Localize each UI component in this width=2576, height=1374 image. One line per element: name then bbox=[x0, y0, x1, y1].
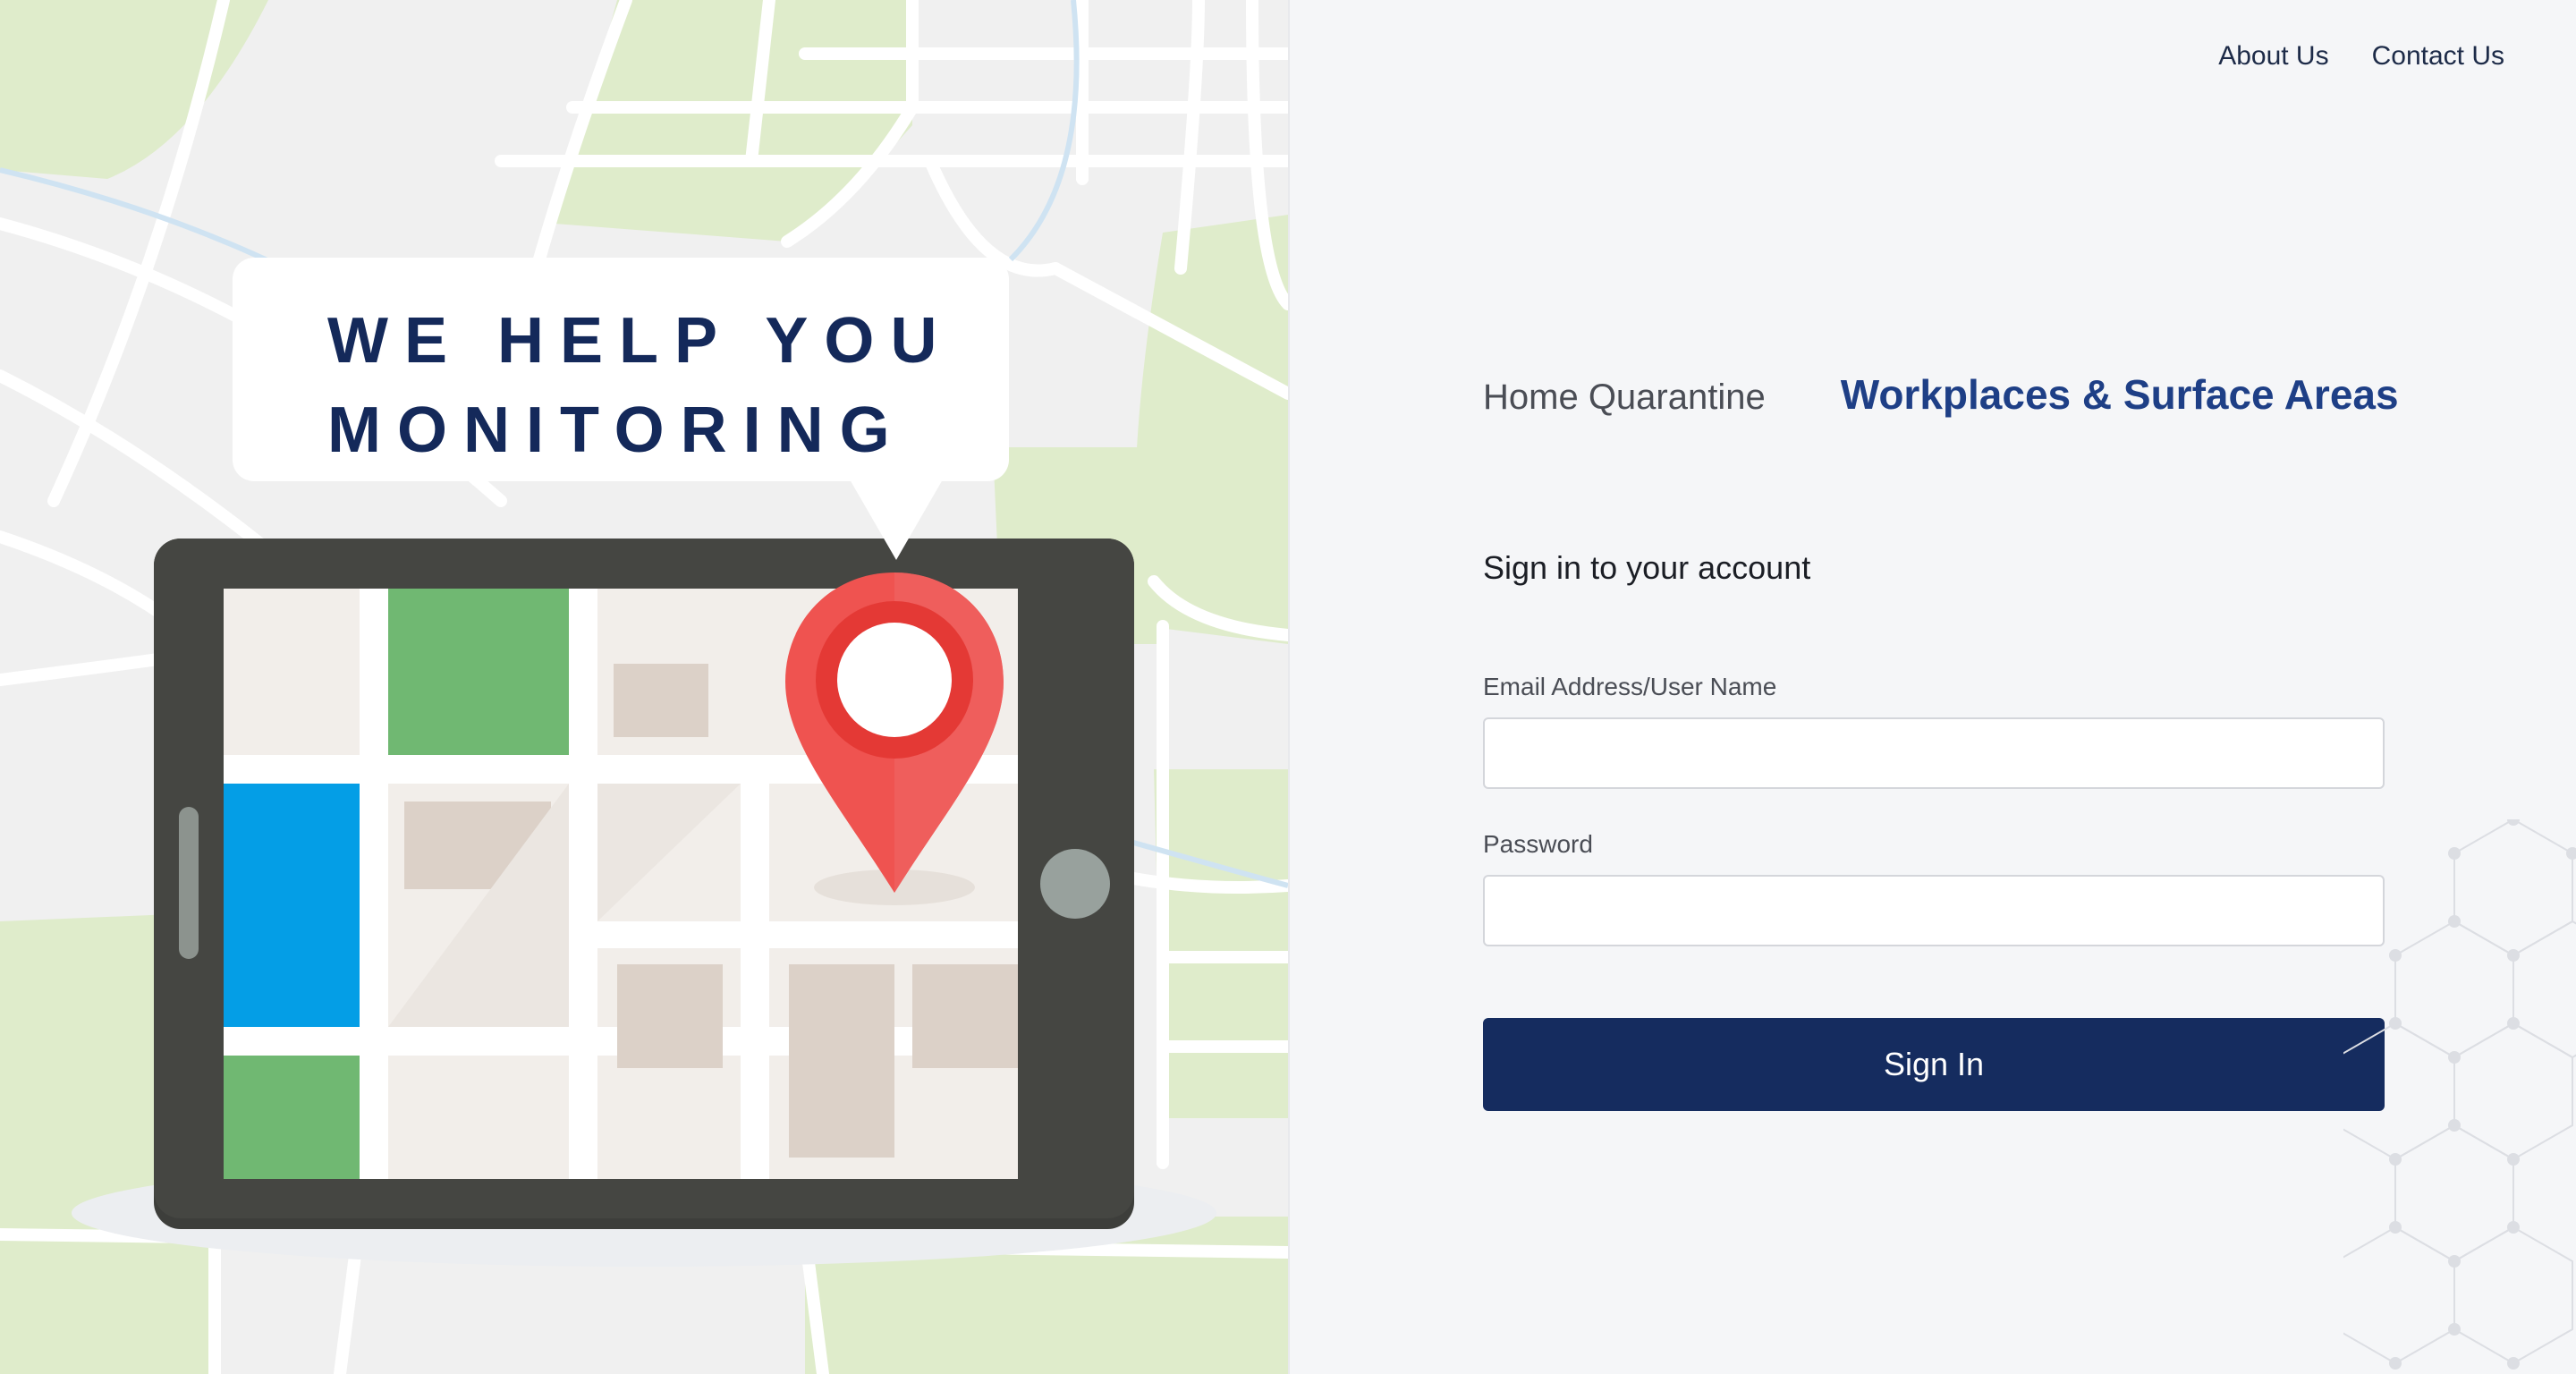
tab-workplaces-surface-areas[interactable]: Workplaces & Surface Areas bbox=[1841, 370, 2399, 419]
speech-bubble-tail bbox=[850, 479, 943, 560]
top-nav: About Us Contact Us bbox=[2218, 41, 2504, 72]
sign-in-panel: About Us Contact Us Home Quarantine Work… bbox=[1288, 0, 2576, 1374]
city-map-background bbox=[0, 0, 1288, 1374]
sign-in-title: Sign in to your account bbox=[1483, 549, 1811, 586]
email-input[interactable] bbox=[1483, 717, 2385, 789]
hero-illustration: WE HELP YOU MONITORING bbox=[0, 0, 1288, 1374]
sign-in-button[interactable]: Sign In bbox=[1483, 1018, 2385, 1111]
category-tabs: Home Quarantine Workplaces & Surface Are… bbox=[1483, 370, 2399, 419]
hero-speech-bubble: WE HELP YOU MONITORING bbox=[233, 258, 1009, 481]
hero-headline-line-1: WE HELP YOU bbox=[327, 305, 953, 377]
email-label: Email Address/User Name bbox=[1483, 673, 1777, 700]
hexagon-pattern-decoration bbox=[2343, 819, 2576, 1370]
tab-home-quarantine[interactable]: Home Quarantine bbox=[1483, 377, 1766, 418]
hero-headline-line-2: MONITORING bbox=[327, 394, 906, 466]
nav-contact-us-link[interactable]: Contact Us bbox=[2372, 41, 2504, 72]
password-label: Password bbox=[1483, 830, 1593, 858]
location-pin-icon bbox=[785, 572, 1004, 905]
nav-about-us-link[interactable]: About Us bbox=[2218, 41, 2328, 72]
password-input[interactable] bbox=[1483, 875, 2385, 946]
tablet-home-button-icon bbox=[1040, 849, 1110, 919]
